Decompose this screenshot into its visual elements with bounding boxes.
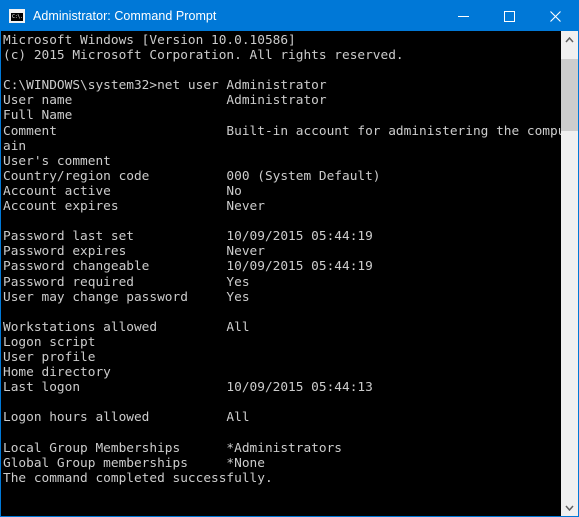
console-line: Password expires Never <box>3 244 265 260</box>
console-line: Logon script <box>3 334 96 350</box>
console-line: Comment Built-in account for administeri… <box>3 123 561 139</box>
scrollbar-down-button[interactable] <box>561 499 578 516</box>
console-line: ain <box>3 138 27 154</box>
console-line: Local Group Memberships *Administrators <box>3 440 342 456</box>
console-line: User's comment <box>3 153 111 169</box>
console-icon: C:\. <box>9 9 25 23</box>
console-line: User name Administrator <box>3 93 327 109</box>
console-line: Country/region code 000 (System Default) <box>3 168 381 184</box>
console-line: Password changeable 10/09/2015 05:44:19 <box>3 259 373 275</box>
console-line: Home directory <box>3 365 111 381</box>
scrollbar-track[interactable] <box>561 48 578 499</box>
command-prompt-window: C:\. Administrator: Command Prompt Micro… <box>0 0 579 517</box>
vertical-scrollbar[interactable] <box>561 31 578 516</box>
console-line: C:\WINDOWS\system32>net user Administrat… <box>3 78 327 94</box>
console-line: The command completed successfully. <box>3 470 273 486</box>
title-bar[interactable]: C:\. Administrator: Command Prompt <box>1 1 578 31</box>
scrollbar-up-button[interactable] <box>561 31 578 48</box>
console-line: Password required Yes <box>3 274 250 290</box>
console-line: Password last set 10/09/2015 05:44:19 <box>3 229 373 245</box>
console-line: Full Name <box>3 108 73 124</box>
console-line: Account active No <box>3 183 242 199</box>
console-line: Microsoft Windows [Version 10.0.10586] <box>3 33 296 48</box>
scrollbar-thumb[interactable] <box>561 59 578 131</box>
console-line: User may change password Yes <box>3 289 250 305</box>
minimize-button[interactable] <box>440 1 486 31</box>
window-title: Administrator: Command Prompt <box>33 9 217 23</box>
console-line: (c) 2015 Microsoft Corporation. All righ… <box>3 48 404 64</box>
console-line: Workstations allowed All <box>3 319 250 335</box>
close-button[interactable] <box>532 1 578 31</box>
maximize-icon <box>503 10 515 22</box>
chevron-up-icon <box>565 36 574 42</box>
console-line: Global Group memberships *None <box>3 455 265 471</box>
console-line: User profile <box>3 349 96 365</box>
console-line: Logon hours allowed All <box>3 410 250 426</box>
maximize-button[interactable] <box>486 1 532 31</box>
console-output[interactable]: Microsoft Windows [Version 10.0.10586] (c… <box>1 31 561 516</box>
console-line: Last logon 10/09/2015 05:44:13 <box>3 380 373 396</box>
console-line: Account expires Never <box>3 199 265 215</box>
window-controls <box>440 1 578 31</box>
console-icon-glyph: C:\. <box>11 13 23 21</box>
chevron-down-icon <box>565 505 574 511</box>
close-icon <box>549 10 561 22</box>
console-area: Microsoft Windows [Version 10.0.10586] (c… <box>1 31 578 516</box>
minimize-icon <box>457 15 469 17</box>
